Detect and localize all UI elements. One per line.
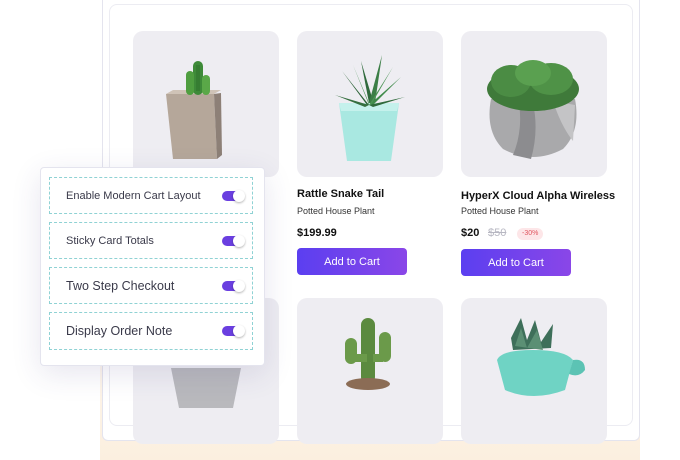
product-subtitle: Potted House Plant xyxy=(461,206,539,216)
product-subtitle: Potted House Plant xyxy=(297,206,375,216)
product-title[interactable]: HyperX Cloud Alpha Wireless xyxy=(461,190,615,202)
setting-label: Sticky Card Totals xyxy=(66,234,154,247)
discount-badge: -30% xyxy=(517,228,544,240)
modern-cart-layout-toggle[interactable] xyxy=(222,189,245,202)
product-title[interactable]: Rattle Snake Tail xyxy=(297,188,384,200)
add-to-cart-button[interactable]: Add to Cart xyxy=(461,249,571,276)
product-image-1[interactable] xyxy=(133,31,279,177)
toggle-knob xyxy=(233,325,245,337)
cart-settings-panel: Enable Modern Cart Layout Sticky Card To… xyxy=(40,167,265,366)
two-step-checkout-toggle[interactable] xyxy=(222,279,245,292)
product-image-3[interactable] xyxy=(461,31,607,177)
toggle-knob xyxy=(233,279,245,292)
product-old-price: $50 xyxy=(488,227,507,239)
setting-two-step-checkout: Two Step Checkout xyxy=(49,267,253,304)
setting-display-order-note: Display Order Note xyxy=(49,312,253,350)
add-to-cart-button[interactable]: Add to Cart xyxy=(297,248,407,275)
product-price: $199.99 xyxy=(297,227,337,239)
toggle-knob xyxy=(233,234,245,247)
setting-label: Two Step Checkout xyxy=(66,278,175,293)
setting-modern-cart-layout: Enable Modern Cart Layout xyxy=(49,177,253,214)
setting-sticky-card-totals: Sticky Card Totals xyxy=(49,222,253,259)
sticky-card-totals-toggle[interactable] xyxy=(222,234,245,247)
product-image-5[interactable] xyxy=(297,298,443,444)
display-order-note-toggle[interactable] xyxy=(222,325,245,337)
product-price: $20 xyxy=(461,227,480,239)
product-image-2[interactable] xyxy=(297,31,443,177)
toggle-knob xyxy=(233,189,245,202)
setting-label: Display Order Note xyxy=(66,324,173,338)
product-image-6[interactable] xyxy=(461,298,607,444)
setting-label: Enable Modern Cart Layout xyxy=(66,189,201,202)
